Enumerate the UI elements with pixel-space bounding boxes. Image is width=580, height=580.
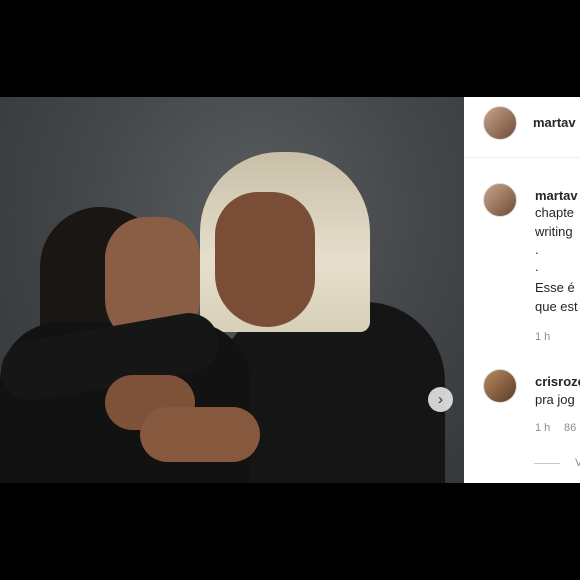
comment-username[interactable]: crisroze bbox=[535, 374, 580, 389]
caption-timestamp[interactable]: 1 h bbox=[535, 331, 550, 343]
comment-text: pra jog bbox=[535, 392, 575, 407]
avatar[interactable] bbox=[483, 369, 517, 403]
view-replies-link[interactable]: V bbox=[575, 457, 580, 469]
comment-likes[interactable]: 86 bbox=[564, 422, 576, 434]
post-sidebar: martav martav chapte writing . . Esse é … bbox=[464, 97, 580, 483]
caption-line: . bbox=[535, 242, 539, 257]
photo-figure bbox=[215, 192, 315, 327]
caption-line: que est bbox=[535, 299, 578, 314]
avatar[interactable] bbox=[483, 106, 517, 140]
caption-line: Esse é bbox=[535, 280, 575, 295]
post-header: martav bbox=[464, 97, 580, 158]
avatar[interactable] bbox=[483, 183, 517, 217]
caption-line: . bbox=[535, 259, 539, 274]
replies-divider bbox=[534, 463, 560, 464]
photo-figure bbox=[140, 407, 260, 462]
caption-line: writing bbox=[535, 224, 573, 239]
instagram-post: › martav martav chapte writing . . Esse … bbox=[0, 97, 580, 483]
caption-line: chapte bbox=[535, 205, 575, 220]
post-photo[interactable]: › bbox=[0, 97, 464, 483]
author-username[interactable]: martav bbox=[533, 115, 576, 130]
comment-timestamp[interactable]: 1 h bbox=[535, 422, 550, 434]
caption-username[interactable]: martav bbox=[535, 188, 578, 203]
chevron-right-icon[interactable]: › bbox=[428, 387, 453, 412]
